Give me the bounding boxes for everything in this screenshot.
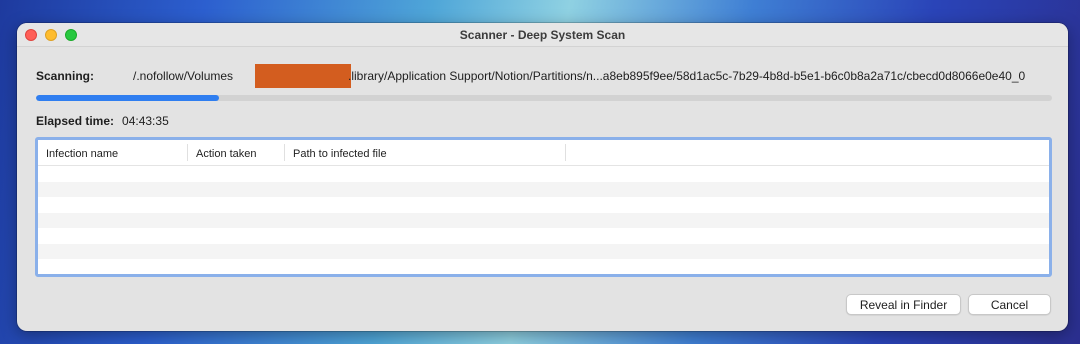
table-row: [38, 181, 1049, 197]
elapsed-time-row: Elapsed time: 04:43:35: [36, 114, 169, 128]
scanning-label: Scanning:: [36, 69, 95, 83]
table-row: [38, 197, 1049, 213]
window-title: Scanner - Deep System Scan: [459, 28, 626, 42]
scanner-window: Scanner - Deep System Scan Scanning: /.n…: [17, 23, 1068, 331]
column-header-empty: [566, 144, 1049, 161]
table-row: [38, 212, 1049, 228]
elapsed-time-label: Elapsed time:: [36, 114, 115, 128]
scan-progress-fill: [36, 95, 219, 101]
table-row: [38, 259, 1049, 274]
infections-table[interactable]: Infection name Action taken Path to infe…: [35, 137, 1052, 277]
redaction-block: [255, 64, 351, 88]
table-row: [38, 243, 1049, 259]
table-row: [38, 166, 1049, 182]
column-header-path[interactable]: Path to infected file: [285, 144, 566, 161]
table-row: [38, 228, 1049, 244]
scanning-path-suffix: .library/Application Support/Notion/Part…: [348, 69, 1026, 83]
scan-progress-bar: [36, 95, 1052, 101]
title-bar: Scanner - Deep System Scan: [17, 23, 1068, 47]
cancel-button[interactable]: Cancel: [968, 294, 1051, 315]
elapsed-time-value: 04:43:35: [122, 114, 169, 128]
column-header-action-taken[interactable]: Action taken: [188, 144, 285, 161]
column-header-infection-name[interactable]: Infection name: [38, 144, 188, 161]
table-header: Infection name Action taken Path to infe…: [38, 140, 1049, 166]
scanning-path-prefix: /.nofollow/Volumes: [133, 69, 234, 83]
reveal-in-finder-button[interactable]: Reveal in Finder: [846, 294, 961, 315]
